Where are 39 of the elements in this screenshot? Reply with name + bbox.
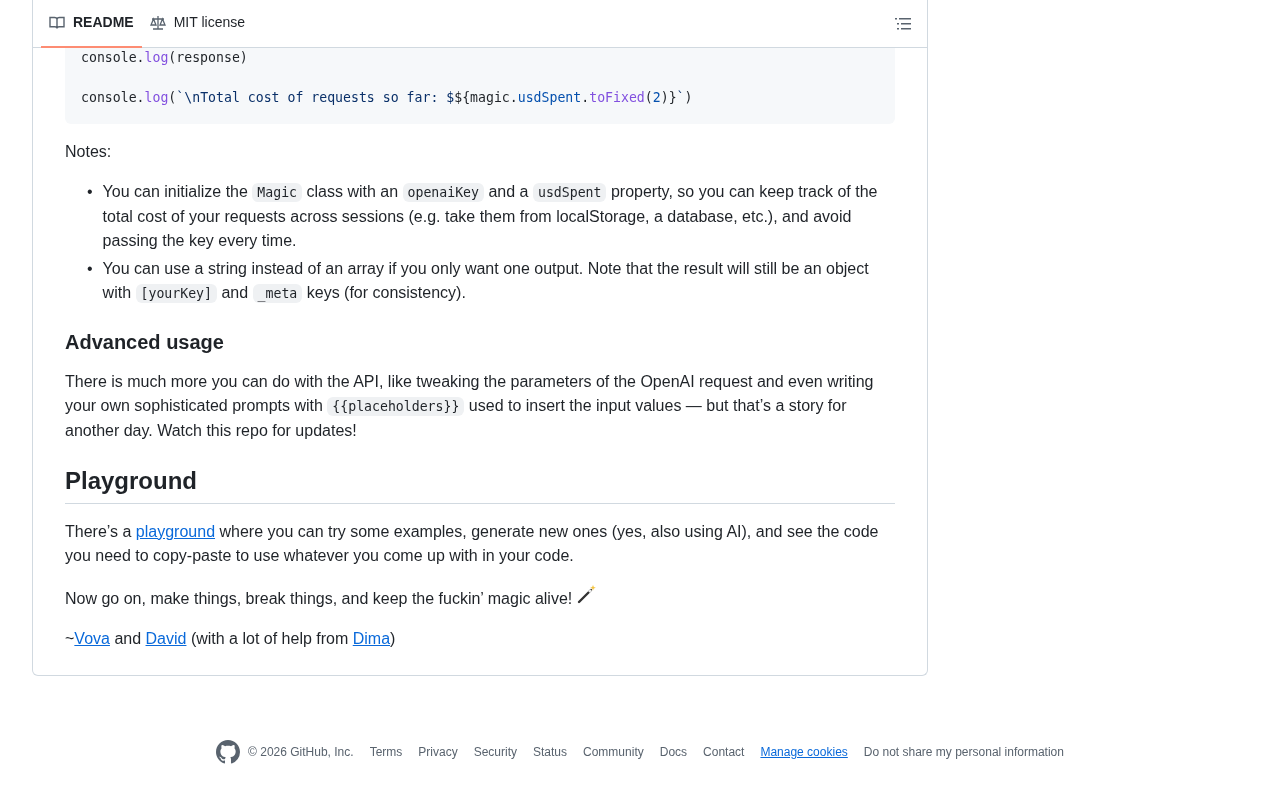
- magic-wand-icon: [576, 583, 597, 604]
- inline-code: {{placeholders}}: [327, 397, 465, 416]
- tab[interactable]: MIT license: [141, 0, 253, 48]
- link[interactable]: David: [145, 629, 187, 647]
- code-line: console.log(`\nTotal cost of requests so far: $${magic.usdSpent.toFixed(2)}`): [81, 89, 694, 107]
- footer-link[interactable]: Terms: [369, 742, 403, 761]
- link[interactable]: playground: [135, 522, 216, 540]
- github-logo-icon[interactable]: [216, 739, 241, 764]
- bullet: •: [87, 182, 93, 202]
- inline-code: openaiKey: [402, 183, 484, 202]
- footer-link[interactable]: Docs: [659, 742, 688, 761]
- footer-link[interactable]: Security: [473, 742, 517, 761]
- section-heading: Playground: [65, 467, 895, 504]
- paragraph: There is much more you can do with the API, like tweaking the parameters of the OpenAI request and even writing your own sophisticated prompts with {{placeholders}} used to insert the input values — but that’s a story for another day. Watch this repo for updates!: [65, 372, 875, 441]
- link[interactable]: Dima: [352, 629, 391, 647]
- copyright-text: © 2026 GitHub, Inc.: [248, 743, 354, 761]
- section-heading: Advanced usage: [65, 330, 225, 354]
- inline-code: Magic: [252, 183, 303, 202]
- paragraph: There’s a playground where you can try some examples, generate new ones (yes, also using AI), and see the code you need to copy-paste to use whatever you come up with in your code.: [65, 521, 880, 566]
- list-item: You can initialize the Magic class with an openaiKey and a usdSpent property, so you can keep track of the total cost of your requests across sessions (e.g. take them from localStorage, a database, etc.), and avoid passing the key every time.: [102, 182, 879, 251]
- footer-link[interactable]: Manage cookies: [760, 742, 848, 761]
- inline-code: [yourKey]: [135, 284, 217, 303]
- paragraph: ~Vova and David (with a lot of help from Dima): [65, 628, 397, 649]
- book-icon: [49, 14, 65, 31]
- paragraph: Now go on, make things, break things, and keep the fuckin’ magic alive!: [65, 583, 895, 611]
- bullet: •: [87, 259, 93, 279]
- footer-link[interactable]: Privacy: [418, 742, 458, 761]
- footer-link[interactable]: Do not share my personal information: [863, 742, 1064, 761]
- list-item: You can use a string instead of an array if you only want one output. Note that the result will still be an object with [yourKey] and _meta keys (for consistency).: [102, 259, 870, 305]
- outline-menu-icon[interactable]: [895, 15, 911, 32]
- footer-link[interactable]: Contact: [703, 742, 745, 761]
- balance-scale-icon: [149, 14, 166, 31]
- inline-code: usdSpent: [532, 183, 607, 202]
- footer-link[interactable]: Status: [533, 742, 568, 761]
- link[interactable]: Vova: [74, 629, 110, 647]
- code-line: console.log(response): [81, 49, 249, 67]
- paragraph: Notes:: [65, 142, 113, 162]
- inline-code: _meta: [252, 284, 303, 303]
- footer-link[interactable]: Community: [583, 742, 644, 761]
